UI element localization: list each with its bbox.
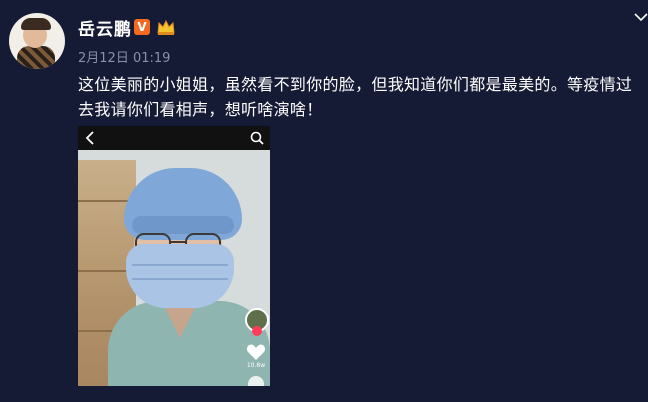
post-timestamp: 2月12日 01:19 (78, 51, 171, 66)
follow-plus-icon[interactable] (252, 326, 262, 336)
search-icon[interactable] (250, 131, 264, 145)
comment-icon[interactable] (248, 376, 264, 386)
video-topbar (78, 126, 270, 150)
like-count: 10.8w (246, 362, 266, 369)
mask-pleat (132, 264, 228, 266)
heart-icon[interactable] (246, 343, 266, 361)
post-text: 这位美丽的小姐姐，虽然看不到你的脸，但我知道你们都是最美的。等疫情过去我请你们看… (78, 75, 633, 119)
crown-icon (157, 19, 175, 35)
back-icon[interactable] (84, 131, 96, 145)
video-thumbnail[interactable]: 10.8w (78, 126, 270, 386)
username[interactable]: 岳云鹏 (78, 15, 132, 40)
verified-badge: V (134, 19, 150, 35)
mask-pleat (132, 278, 228, 280)
avatar-hair (21, 18, 51, 30)
face-mask (126, 244, 234, 308)
avatar-body (17, 46, 55, 69)
avatar[interactable] (9, 13, 65, 69)
chevron-down-icon[interactable] (634, 12, 648, 22)
